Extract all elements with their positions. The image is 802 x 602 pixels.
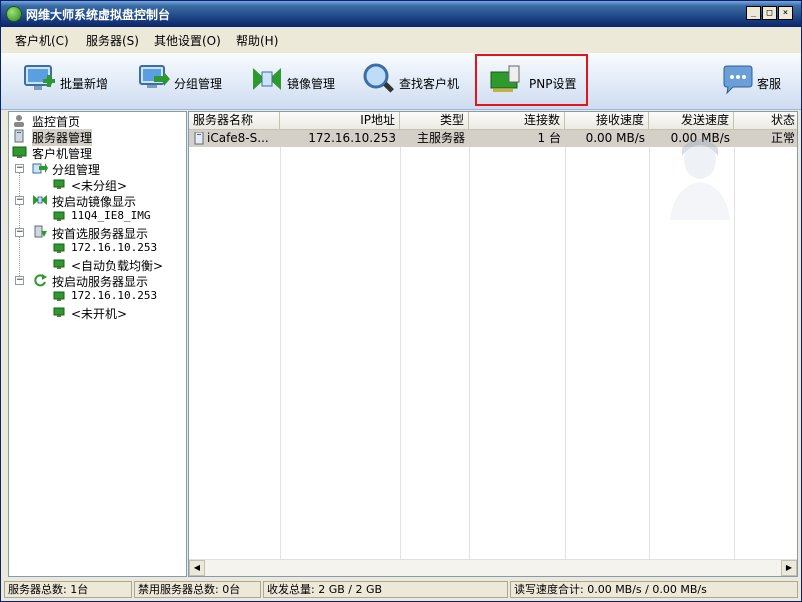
column-header-connections[interactable]: 连接数 — [469, 112, 565, 129]
server-tower-icon — [14, 129, 24, 143]
menu-client[interactable]: 客户机(C) — [15, 32, 69, 49]
column-header-ip[interactable]: IP地址 — [280, 112, 400, 129]
menu-bar: 客户机(C) 服务器(S) 其他设置(O) 帮助(H) — [1, 28, 801, 50]
image-sync-small-icon — [33, 195, 47, 205]
server-list: 服务器名称 IP地址 类型 连接数 接收速度 发送速度 状态 iCafe8-S.… — [188, 111, 798, 577]
tree-item-client-manage[interactable]: 客户机管理 — [12, 144, 182, 161]
tree-item-monitor-home[interactable]: 监控首页 — [12, 112, 182, 129]
cell-recv-speed: 0.00 MB/s — [585, 131, 645, 145]
scroll-left-button[interactable]: ◀ — [189, 560, 205, 576]
batch-add-label: 批量新增 — [60, 77, 109, 91]
horizontal-scrollbar[interactable]: ◀ ▶ — [189, 559, 797, 576]
magnifier-icon — [363, 63, 394, 93]
status-transfer-total: 收发总量: 2 GB / 2 GB — [263, 581, 508, 598]
tree-item-group-manage[interactable]: − 分组管理 — [15, 160, 185, 177]
maximize-button[interactable]: □ — [762, 6, 777, 20]
client-small-icon — [53, 179, 65, 189]
client-small-icon — [53, 243, 65, 253]
collapse-toggle[interactable]: − — [15, 276, 24, 285]
client-small-icon — [53, 211, 65, 221]
column-header-type[interactable]: 类型 — [400, 112, 469, 129]
menu-other-settings[interactable]: 其他设置(O) — [154, 32, 221, 49]
status-disabled-servers: 禁用服务器总数: 0台 — [134, 581, 261, 598]
tree-item-preferred-ip[interactable]: 172.16.10.253 — [53, 240, 183, 256]
group-monitor-icon — [139, 65, 170, 88]
grid-line — [649, 130, 650, 560]
client-small-icon — [53, 291, 65, 301]
list-header: 服务器名称 IP地址 类型 连接数 接收速度 发送速度 状态 — [189, 112, 797, 130]
user-icon — [14, 115, 24, 127]
find-client-button[interactable]: 查找客户机 — [359, 53, 469, 109]
tree-item-boot-ip[interactable]: 172.16.10.253 — [53, 288, 183, 304]
pnp-highlight-box — [475, 54, 588, 106]
tree-item-by-boot-server[interactable]: − 按启动服务器显示 — [15, 272, 185, 289]
tree-item-image-name[interactable]: 11Q4_IE8_IMG — [53, 208, 183, 224]
grid-line — [400, 130, 401, 560]
tree-item-by-preferred-server[interactable]: − 按首选服务器显示 — [15, 224, 185, 241]
collapse-toggle[interactable]: − — [15, 196, 24, 205]
monitor-add-icon — [24, 65, 55, 90]
server-down-icon — [34, 225, 47, 238]
column-header-server-name[interactable]: 服务器名称 — [189, 112, 280, 129]
toolbar: 批量新增 分组管理 镜像管理 查找客户机 PNP设置 客服 — [1, 53, 801, 110]
tree-item-auto-balance[interactable]: <自动负载均衡> — [53, 256, 183, 273]
image-manage-label: 镜像管理 — [287, 77, 336, 91]
cell-status: 正常 — [770, 131, 795, 145]
grid-line — [469, 130, 470, 560]
window-title: 网维大师系统虚拟盘控制台 — [26, 8, 171, 22]
tree-item-by-boot-image[interactable]: − 按启动镜像显示 — [15, 192, 185, 209]
server-tower-icon — [194, 132, 204, 145]
app-logo-icon — [6, 6, 22, 22]
column-header-send-speed[interactable]: 发送速度 — [649, 112, 734, 129]
cell-server-name: iCafe8-S... — [207, 131, 269, 145]
customer-support-button[interactable]: 客服 — [721, 53, 799, 109]
main-window: 网维大师系统虚拟盘控制台 _ □ × 客户机(C) 服务器(S) 其他设置(O)… — [0, 0, 802, 602]
menu-help[interactable]: 帮助(H) — [236, 32, 278, 49]
tree-item-server-manage[interactable]: 服务器管理 — [12, 128, 182, 146]
collapse-toggle[interactable]: − — [15, 228, 24, 237]
close-button[interactable]: × — [778, 6, 793, 20]
status-rw-speed: 读写速度合计: 0.00 MB/s / 0.00 MB/s — [510, 581, 798, 598]
column-header-recv-speed[interactable]: 接收速度 — [565, 112, 649, 129]
status-bar: 服务器总数: 1台 禁用服务器总数: 0台 收发总量: 2 GB / 2 GB … — [1, 579, 801, 601]
status-total-servers: 服务器总数: 1台 — [4, 581, 132, 598]
assistant-avatar-image — [670, 139, 730, 220]
image-sync-icon — [253, 68, 281, 90]
client-small-icon — [53, 259, 65, 269]
tree-item-ungrouped[interactable]: <未分组> — [53, 176, 183, 193]
client-small-icon — [53, 307, 65, 317]
grid-line — [565, 130, 566, 560]
client-monitor-icon — [12, 146, 27, 158]
tree-item-not-powered[interactable]: <未开机> — [53, 304, 183, 321]
chat-bubble-icon — [723, 65, 753, 95]
collapse-toggle[interactable]: − — [15, 164, 24, 173]
cell-connections: 1 台 — [537, 131, 561, 145]
grid-line — [280, 130, 281, 560]
minimize-button[interactable]: _ — [746, 6, 761, 20]
batch-add-button[interactable]: 批量新增 — [21, 53, 116, 109]
cell-ip: 172.16.10.253 — [308, 131, 396, 145]
image-manage-button[interactable]: 镜像管理 — [248, 53, 343, 109]
group-arrow-icon — [32, 163, 48, 174]
group-manage-label: 分组管理 — [174, 77, 223, 91]
refresh-arrow-icon — [34, 274, 47, 287]
navigation-tree: 监控首页 服务器管理 客户机管理 − 分组管理 <未分组> − 按启动镜像显示 … — [8, 111, 187, 577]
scroll-right-button[interactable]: ▶ — [781, 560, 797, 576]
column-header-status[interactable]: 状态 — [734, 112, 797, 129]
cell-type: 主服务器 — [416, 131, 465, 145]
group-manage-button[interactable]: 分组管理 — [135, 53, 230, 109]
menu-server[interactable]: 服务器(S) — [86, 32, 139, 49]
customer-support-label: 客服 — [757, 77, 782, 91]
title-bar[interactable]: 网维大师系统虚拟盘控制台 _ □ × — [1, 1, 801, 27]
find-client-label: 查找客户机 — [399, 77, 460, 91]
